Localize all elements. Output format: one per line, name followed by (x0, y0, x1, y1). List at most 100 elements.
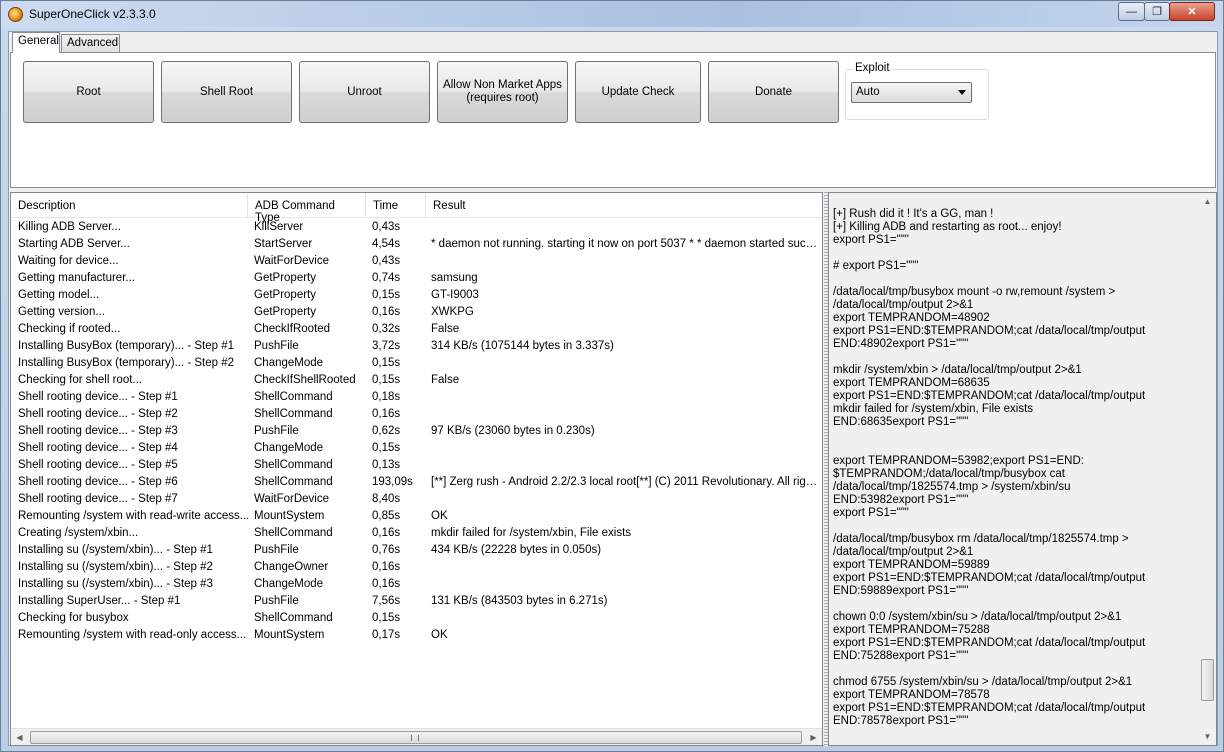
tab-advanced[interactable]: Advanced (61, 34, 120, 53)
row-time: 0,16s (372, 408, 401, 420)
exploit-selected-value: Auto (856, 86, 880, 98)
row-time: 0,74s (372, 272, 401, 284)
row-time: 0,15s (372, 374, 401, 386)
table-row[interactable]: Starting ADB Server... StartServer 4,54s * … (11, 236, 822, 253)
row-result: 97 KB/s (23060 bytes in 0.230s) (431, 425, 595, 437)
exploit-label: Exploit (853, 62, 892, 74)
row-command-type: ShellCommand (254, 459, 333, 471)
close-button[interactable]: ✕ (1169, 2, 1215, 21)
minimize-button[interactable]: — (1118, 2, 1145, 21)
table-row[interactable]: Remounting /system with read-write acces… (11, 508, 822, 525)
table-row[interactable]: Killing ADB Server... KillServer 0,43s (11, 219, 822, 236)
row-command-type: StartServer (254, 238, 313, 250)
update-check-button[interactable]: Update Check (575, 61, 701, 123)
scroll-left-icon[interactable]: ◀ (11, 729, 28, 745)
table-row[interactable]: Installing su (/system/xbin)... - Step #… (11, 542, 822, 559)
row-description: Remounting /system with read-only access… (18, 629, 247, 641)
row-description: Remounting /system with read-write acces… (18, 510, 248, 522)
row-time: 0,16s (372, 561, 401, 573)
row-command-type: MountSystem (254, 629, 325, 641)
unroot-button[interactable]: Unroot (299, 61, 430, 123)
row-time: 0,32s (372, 323, 401, 335)
row-command-type: CheckIfRooted (254, 323, 331, 335)
scroll-right-icon[interactable]: ▶ (805, 729, 822, 745)
row-command-type: PushFile (254, 544, 299, 556)
scroll-down-icon[interactable]: ▼ (1199, 728, 1216, 745)
command-list[interactable]: Description ADB Command Type Time Result… (10, 192, 823, 746)
table-row[interactable]: Getting model... GetProperty 0,15s GT-I9003 (11, 287, 822, 304)
column-result[interactable]: Result (426, 193, 822, 218)
row-description: Shell rooting device... - Step #5 (18, 459, 178, 471)
minimize-icon: — (1126, 5, 1137, 18)
row-command-type: PushFile (254, 340, 299, 352)
maximize-button[interactable]: ❐ (1144, 2, 1170, 21)
horizontal-scrollbar[interactable]: ◀ ▶ (11, 728, 822, 745)
grip-icon (411, 735, 419, 741)
root-button[interactable]: Root (23, 61, 154, 123)
client-area: General Advanced Root Shell Root Unroot … (8, 31, 1218, 746)
table-row[interactable]: Remounting /system with read-only access… (11, 627, 822, 644)
table-row[interactable]: Installing BusyBox (temporary)... - Step… (11, 355, 822, 372)
donate-button[interactable]: Donate (708, 61, 839, 123)
row-command-type: ChangeMode (254, 357, 324, 369)
row-result: False (431, 323, 460, 335)
row-description: Checking if rooted... (18, 323, 121, 335)
row-time: 0,16s (372, 306, 401, 318)
table-row[interactable]: Shell rooting device... - Step #1 ShellCo… (11, 389, 822, 406)
title-bar[interactable]: SuperOneClick v2.3.3.0 — ❐ ✕ (1, 1, 1223, 27)
superoneclick-app-icon (8, 7, 23, 22)
row-description: Shell rooting device... - Step #2 (18, 408, 178, 420)
table-row[interactable]: Shell rooting device... - Step #4 ChangeM… (11, 440, 822, 457)
row-description: Checking for shell root... (18, 374, 143, 386)
row-command-type: ShellCommand (254, 476, 333, 488)
table-row[interactable]: Shell rooting device... - Step #6 ShellCo… (11, 474, 822, 491)
row-result: mkdir failed for /system/xbin, File exis… (431, 527, 632, 539)
table-row[interactable]: Checking for shell root... CheckIfShellRo… (11, 372, 822, 389)
row-time: 0,16s (372, 527, 401, 539)
table-row[interactable]: Getting version... GetProperty 0,16s XWKPG (11, 304, 822, 321)
allow-non-market-apps-button[interactable]: Allow Non Market Apps (requires root) (437, 61, 568, 123)
table-row[interactable]: Shell rooting device... - Step #5 ShellCo… (11, 457, 822, 474)
row-description: Getting version... (18, 306, 105, 318)
table-row[interactable]: Checking if rooted... CheckIfRooted 0,32s F… (11, 321, 822, 338)
table-row[interactable]: Shell rooting device... - Step #3 PushFil… (11, 423, 822, 440)
row-result: 434 KB/s (22228 bytes in 0.050s) (431, 544, 602, 556)
table-row[interactable]: Installing BusyBox (temporary)... - Step… (11, 338, 822, 355)
row-description: Shell rooting device... - Step #4 (18, 442, 178, 454)
row-description: Shell rooting device... - Step #7 (18, 493, 178, 505)
row-time: 0,16s (372, 578, 401, 590)
vertical-scrollbar[interactable]: ▲ ▼ (1199, 193, 1216, 745)
table-row[interactable]: Shell rooting device... - Step #7 WaitFor… (11, 491, 822, 508)
table-row[interactable]: Creating /system/xbin... ShellCommand 0,16… (11, 525, 822, 542)
column-adb-command-type[interactable]: ADB Command Type (248, 193, 366, 224)
table-row[interactable]: Installing su (/system/xbin)... - Step #… (11, 559, 822, 576)
row-description: Installing su (/system/xbin)... - Step #… (18, 578, 213, 590)
table-row[interactable]: Shell rooting device... - Step #2 ShellCo… (11, 406, 822, 423)
exploit-dropdown[interactable]: Auto (851, 82, 972, 103)
column-description[interactable]: Description (11, 193, 248, 218)
row-command-type: GetProperty (254, 289, 316, 301)
row-description: Installing su (/system/xbin)... - Step #… (18, 544, 213, 556)
row-time: 0,43s (372, 255, 401, 267)
row-command-type: ShellCommand (254, 612, 333, 624)
tab-general[interactable]: General (12, 32, 60, 53)
shell-root-button[interactable]: Shell Root (161, 61, 292, 123)
row-time: 193,09s (372, 476, 413, 488)
row-result: OK (431, 629, 448, 641)
table-row[interactable]: Installing su (/system/xbin)... - Step #… (11, 576, 822, 593)
horizontal-scroll-thumb[interactable] (30, 731, 802, 744)
column-time[interactable]: Time (366, 193, 426, 218)
table-row[interactable]: Waiting for device... WaitForDevice 0,43s (11, 253, 822, 270)
row-time: 0,85s (372, 510, 401, 522)
table-row[interactable]: Checking for busybox ShellCommand 0,15s (11, 610, 822, 627)
row-command-type: MountSystem (254, 510, 325, 522)
list-header: Description ADB Command Type Time Result (11, 193, 822, 224)
log-panel[interactable]: [+] Rush did it ! It's a GG, man ! [+] K… (828, 192, 1217, 746)
row-description: Checking for busybox (18, 612, 129, 624)
row-result: False (431, 374, 460, 386)
table-row[interactable]: Installing SuperUser... - Step #1 PushFil… (11, 593, 822, 610)
scroll-up-icon[interactable]: ▲ (1199, 193, 1216, 210)
table-row[interactable]: Getting manufacturer... GetProperty 0,74s s… (11, 270, 822, 287)
vertical-scroll-thumb[interactable] (1201, 659, 1214, 701)
chevron-down-icon (958, 90, 966, 95)
